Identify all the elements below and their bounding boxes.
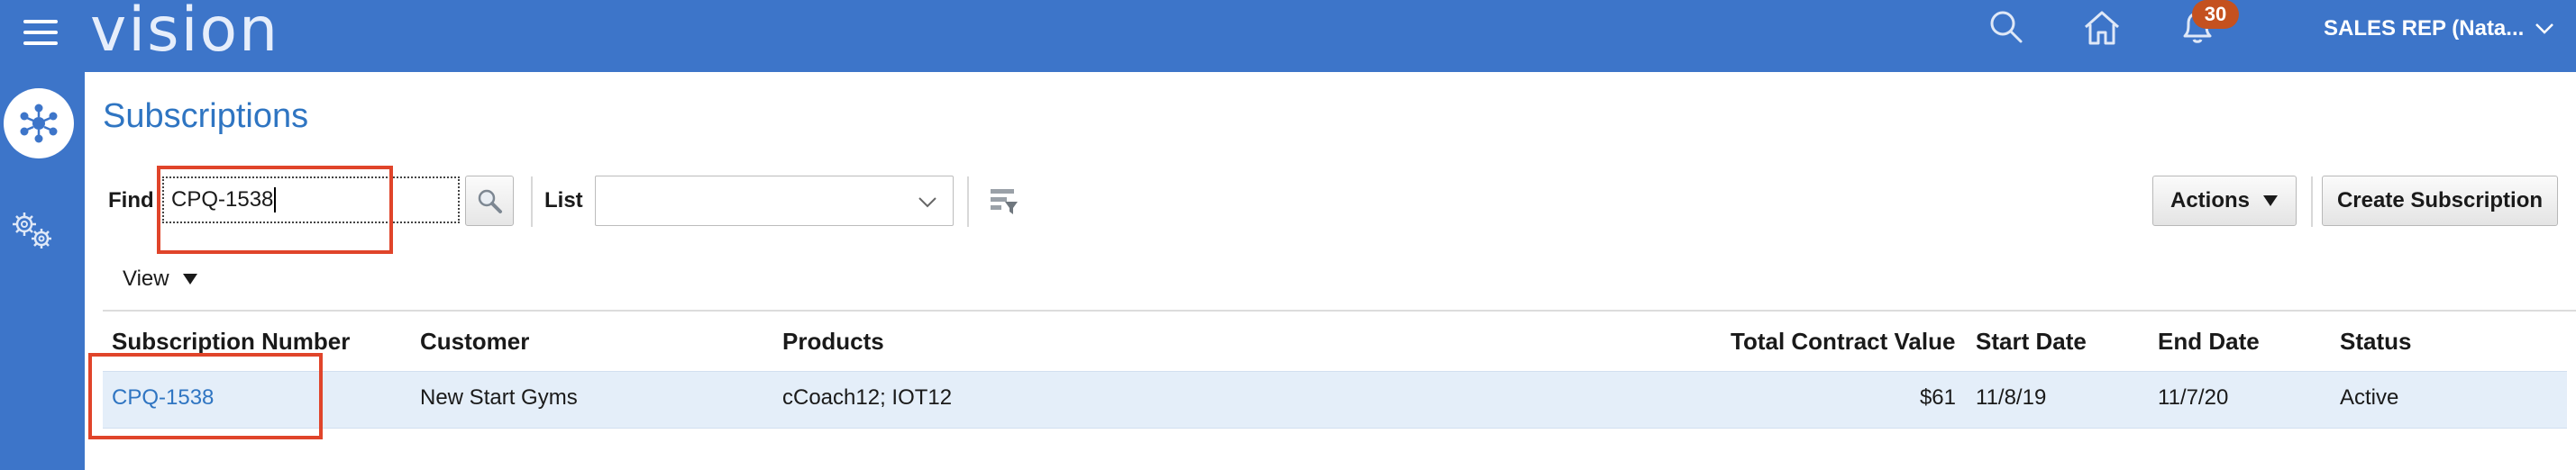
menu-icon[interactable] [23,20,58,47]
top-header-bar: vision 30 SALES REP (Nata... [0,0,2576,72]
find-input-highlight [157,166,393,254]
search-button[interactable] [465,176,514,226]
column-header-subscription-number[interactable]: Subscription Number [112,328,350,356]
column-header-total-contract-value[interactable]: Total Contract Value [1731,328,1955,356]
chevron-down-icon [918,197,936,208]
chevron-down-icon [2535,23,2554,34]
list-label: List [544,188,583,212]
column-header-start-date[interactable]: Start Date [1976,328,2087,356]
home-icon[interactable] [2080,5,2124,49]
caret-down-icon [2263,195,2278,206]
subscriptions-nav-button[interactable] [4,88,74,158]
user-menu[interactable]: SALES REP (Nata... [2324,16,2554,41]
view-menu-label: View [123,267,169,291]
caret-down-icon [182,274,197,285]
column-header-status[interactable]: Status [2340,328,2411,356]
settings-gears-icon[interactable] [9,209,56,252]
create-subscription-button[interactable]: Create Subscription [2322,176,2558,226]
list-select[interactable] [595,176,954,226]
magnifier-icon [478,189,502,213]
column-header-end-date[interactable]: End Date [2158,328,2260,356]
products-cell: cCoach12; IOT12 [782,385,953,410]
actions-button-label: Actions [2170,188,2250,212]
customer-cell: New Start Gyms [420,385,578,410]
subscription-number-highlight [88,353,323,439]
column-header-products[interactable]: Products [782,328,884,356]
column-filter-icon[interactable] [988,185,1020,218]
search-icon[interactable] [1985,5,2028,49]
app-logo[interactable]: vision [90,0,279,66]
column-header-customer[interactable]: Customer [420,328,529,356]
view-menu[interactable]: View [123,267,198,292]
table-top-divider [103,310,2576,312]
find-label: Find [108,188,154,212]
user-menu-label: SALES REP (Nata... [2324,16,2525,41]
actions-button[interactable]: Actions [2152,176,2297,226]
start-date-cell: 11/8/19 [1976,385,2047,410]
notification-count-badge[interactable]: 30 [2192,0,2239,29]
toolbar-separator [967,176,969,227]
end-date-cell: 11/7/20 [2158,385,2229,410]
total-contract-value-cell: $61 [1919,385,1956,410]
toolbar-separator [2311,176,2313,227]
subscriptions-hub-icon [20,104,58,143]
toolbar-separator [531,176,533,227]
status-cell: Active [2340,385,2399,410]
page-title: Subscriptions [103,97,309,135]
